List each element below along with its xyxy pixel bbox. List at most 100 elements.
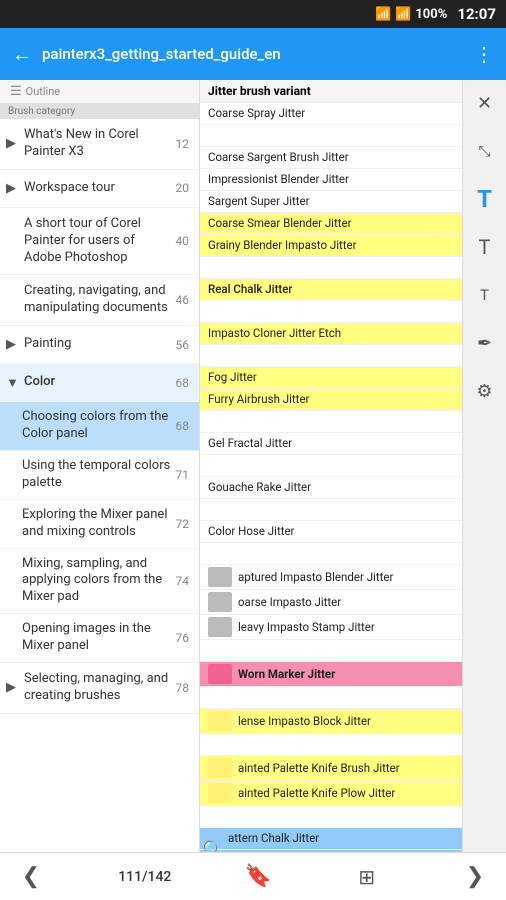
wifi-icon: 📶 [375,7,391,22]
expand-arrow-painting: ▶ [6,337,24,352]
clock: 12:07 [457,5,496,23]
brush-row-spacer-8 [200,543,462,565]
brush-row-spacer-12 [200,806,462,828]
toc-subpage-temporal: 71 [176,468,190,482]
brush-row-spacer-5 [200,411,462,433]
prev-page-button[interactable]: ❮ [10,859,52,895]
main-layout: ☰ Outline Brush category ▶ What's New in… [0,80,506,852]
brush-row-spacer-11 [200,734,462,756]
toc-item-color[interactable]: ▼ Color 68 [0,364,199,402]
brush-row-dense-impasto: lense Impasto Block Jitter [200,709,462,734]
toc-sublabel-opening: Opening images in the Mixer panel [22,621,176,655]
brush-row-spacer-9 [200,640,462,662]
toc-item-whats-new[interactable]: ▶ What's New in Corel Painter X3 12 [0,119,199,170]
pen-icon[interactable]: ✒ [468,326,502,360]
toc-page-brushes: 78 [176,681,190,695]
status-bar: 📶 📶 100% 12:07 [0,0,506,28]
toc-page-workspace: 20 [176,181,190,195]
brush-row-coarse-impasto: oarse Impasto Jitter [200,590,462,615]
toc-label-creating: Creating, navigating, and manipulating d… [24,283,172,317]
toc-subpage-choosing-colors: 68 [176,419,190,433]
toc-subpage-opening: 76 [176,631,190,645]
signal-icon: 📶 [395,7,411,22]
toc-subitem-exploring-mixer[interactable]: Exploring the Mixer panel and mixing con… [0,500,199,549]
bookmark-button[interactable]: 🔖 [238,859,280,895]
brush-row-spacer-1 [200,125,462,147]
grid-view-button[interactable]: ⊞ [346,859,388,895]
brush-row-captured-impasto: aptured Impasto Blender Jitter [200,565,462,590]
brush-category-label: Brush category [0,104,199,119]
brush-row-spacer-4 [200,345,462,367]
text-large-icon[interactable]: T [468,182,502,216]
expand-arrow-brushes: ▶ [6,680,24,695]
brush-row-real-chalk: Real Chalk Jitter [200,279,462,301]
more-options-button[interactable]: ⋮ [474,42,494,66]
close-panel-icon[interactable]: ✕ [468,86,502,120]
toc-page-whats-new: 12 [176,137,190,151]
brush-variant-header: Jitter brush variant [208,84,311,98]
brush-row-painted-knife-brush: ainted Palette Knife Brush Jitter [200,756,462,781]
brush-row-coarse-smear: Coarse Smear Blender Jitter [200,213,462,235]
brush-row-0: Coarse Spray Jitter [200,103,462,125]
settings-icon[interactable]: ⚙ [468,374,502,408]
brush-row-sargent-super: Sargent Super Jitter [200,191,462,213]
compress-icon[interactable]: ⤡ [468,134,502,168]
brush-thumb-2 [208,592,232,612]
brush-row-pattern-chalk: attern Chalk Jitter [200,828,462,850]
toc-page-short-tour: 40 [176,234,190,248]
page-indicator: 111/142 [118,869,171,885]
toc-subitem-mixing[interactable]: Mixing, sampling, and applying colors fr… [0,549,199,615]
brush-row-spacer-7 [200,499,462,521]
brush-thumb-5 [208,711,232,731]
toc-subpage-exploring: 72 [176,517,190,531]
bottom-bar: ❮ 111/142 🔖 ⊞ ❯ [0,852,506,900]
brush-row-coarse-sargent: Coarse Sargent Brush Jitter [200,147,462,169]
right-icons-panel: ✕ ⤡ T T T ✒ ⚙ [462,80,506,852]
toc-sublabel-mixing: Mixing, sampling, and applying colors fr… [22,556,176,607]
toc-label-workspace: Workspace tour [24,180,172,197]
brush-row-gouache-rake: Gouache Rake Jitter [200,477,462,499]
brush-thumb-4 [208,664,232,684]
content-inner[interactable]: Jitter brush variant Coarse Spray Jitter… [200,80,506,852]
brush-name-0: Coarse Spray Jitter [208,105,454,121]
next-page-button[interactable]: ❯ [454,859,496,895]
toc-label-short-tour: A short tour of Corel Painter for users … [24,216,172,267]
toc-item-workspace-tour[interactable]: ▶ Workspace tour 20 [0,170,199,208]
toc-item-painting[interactable]: ▶ Painting 56 [0,326,199,364]
expand-arrow-color: ▼ [6,375,24,391]
brush-thumb-3 [208,617,232,637]
expand-arrow-workspace: ▶ [6,181,24,196]
toc-subitem-choosing-colors[interactable]: Choosing colors from the Color panel 68 [0,402,199,451]
toc-sublabel-choosing-colors: Choosing colors from the Color panel [22,409,176,443]
brush-row-fog: Fog Jitter [200,367,462,389]
search-row-container: 🔍 attern Chalk Jitter quiggly Pattern Ch… [200,828,462,852]
text-medium-icon[interactable]: T [468,230,502,264]
toc-label-painting: Painting [24,336,172,353]
text-small-icon[interactable]: T [468,278,502,312]
toc-item-selecting-brushes[interactable]: ▶ Selecting, managing, and creating brus… [0,663,199,714]
brush-row-heavy-impasto: leavy Impasto Stamp Jitter [200,615,462,640]
toc-sublabel-exploring: Exploring the Mixer panel and mixing con… [22,507,176,541]
search-icon: 🔍 [202,840,224,853]
toc-item-short-tour[interactable]: A short tour of Corel Painter for users … [0,208,199,276]
brush-row-impasto-cloner: Impasto Cloner Jitter Etch [200,323,462,345]
brush-row-spacer-10 [200,687,462,709]
expand-arrow-whats-new: ▶ [6,136,24,151]
toc-subpage-mixing: 74 [176,574,190,588]
toc-panel: ☰ Outline Brush category ▶ What's New in… [0,80,200,852]
toc-page-color: 68 [176,376,190,390]
toc-subitem-opening-images[interactable]: Opening images in the Mixer panel 76 [0,614,199,663]
brush-row-squiggly-chalk: quiggly Pattern Chalk Jitter [200,850,462,852]
toc-label-whats-new: What's New in Corel Painter X3 [24,127,172,161]
toc-subitem-temporal[interactable]: Using the temporal colors palette 71 [0,451,199,500]
brush-row-spacer-6 [200,455,462,477]
brush-row-worn-marker: Worn Marker Jitter [200,662,462,687]
toolbar: ← painterx3_getting_started_guide_en ⋮ [0,28,506,80]
content-panel: Jitter brush variant Coarse Spray Jitter… [200,80,506,852]
toc-section-header: ☰ Outline [0,80,199,104]
toc-sublabel-temporal: Using the temporal colors palette [22,458,176,492]
brush-row-spacer-2 [200,257,462,279]
toc-item-creating[interactable]: Creating, navigating, and manipulating d… [0,275,199,326]
back-button[interactable]: ← [12,42,32,67]
status-icons: 📶 📶 100% [375,7,447,22]
